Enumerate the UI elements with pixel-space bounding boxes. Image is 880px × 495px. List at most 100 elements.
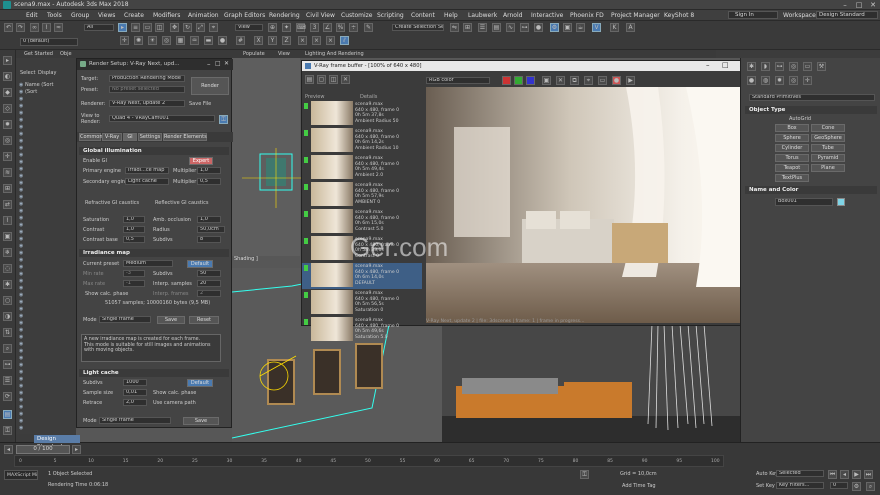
- vray-plane-icon[interactable]: ▬: [204, 36, 213, 45]
- auto-key-button[interactable]: Auto Key: [756, 471, 778, 477]
- history-item[interactable]: scena9.max 640 x 480, frame 0 0h 5m 49,6…: [302, 317, 422, 343]
- render-setup-maximize-icon[interactable]: □: [215, 60, 221, 67]
- visibility-icon[interactable]: ◉: [19, 397, 23, 403]
- list-item[interactable]: ◉: [19, 404, 75, 411]
- hidden-filter-icon[interactable]: ◌: [3, 264, 12, 273]
- visibility-icon[interactable]: ◉: [19, 383, 23, 389]
- arnold-icon[interactable]: A: [626, 23, 635, 32]
- goto-end-icon[interactable]: ⏭: [864, 470, 873, 479]
- vray-fur-icon[interactable]: ♒: [190, 36, 199, 45]
- list-item[interactable]: ◉: [19, 250, 75, 257]
- vray-light-icon[interactable]: ✺: [134, 36, 143, 45]
- list-item[interactable]: ◉: [19, 348, 75, 355]
- list-item[interactable]: ◉: [19, 103, 75, 110]
- fb-ipr-icon[interactable]: ▶: [626, 76, 635, 85]
- tab-common[interactable]: Common: [79, 133, 103, 141]
- list-item[interactable]: ◉: [19, 285, 75, 292]
- tab-render-elements[interactable]: Render Elements: [163, 133, 207, 141]
- visibility-icon[interactable]: ◉: [19, 348, 23, 354]
- visibility-icon[interactable]: ◉: [19, 306, 23, 312]
- menu-group[interactable]: Group: [71, 12, 89, 19]
- amb-occlusion-field[interactable]: 1,0: [197, 216, 221, 223]
- visibility-icon[interactable]: ◉: [19, 404, 23, 410]
- object-color-swatch[interactable]: [837, 198, 845, 206]
- material-editor-icon[interactable]: ●: [534, 23, 543, 32]
- xrefs-filter-icon[interactable]: ⇄: [3, 200, 12, 209]
- select-by-name-icon[interactable]: ≡: [131, 23, 140, 32]
- sample-size-field[interactable]: 0,01: [123, 389, 147, 396]
- list-item[interactable]: ◉: [19, 299, 75, 306]
- visibility-icon[interactable]: ◉: [19, 166, 23, 172]
- list-item[interactable]: ◉: [19, 180, 75, 187]
- tab-view[interactable]: View: [278, 51, 290, 57]
- use-camera-path-checkbox[interactable]: Use camera path: [153, 400, 196, 406]
- key-filters-button[interactable]: Key Filters...: [776, 482, 824, 489]
- list-item[interactable]: ◉: [19, 278, 75, 285]
- secondary-multiplier-field[interactable]: 0,5: [197, 178, 221, 185]
- tab-get-started[interactable]: Get Started: [24, 51, 53, 57]
- contrast-base-field[interactable]: 0,5: [123, 236, 145, 243]
- visibility-icon[interactable]: ◉: [19, 390, 23, 396]
- visibility-icon[interactable]: ◉: [19, 257, 23, 263]
- shapes-category-icon[interactable]: ◍: [761, 76, 770, 85]
- green-channel-icon[interactable]: [514, 76, 523, 85]
- fb-track-icon[interactable]: ⌖: [584, 76, 593, 85]
- torus-button[interactable]: Torus: [775, 154, 809, 162]
- geometry-category-icon[interactable]: ●: [747, 76, 756, 85]
- list-item[interactable]: ◉: [19, 292, 75, 299]
- layer-explorer-icon[interactable]: ☰: [3, 376, 12, 385]
- visibility-icon[interactable]: ◉: [19, 355, 23, 361]
- visibility-icon[interactable]: ◉: [19, 376, 23, 382]
- timeline-next-icon[interactable]: ▸: [72, 445, 81, 454]
- render-setup-minimize-icon[interactable]: –: [207, 60, 211, 68]
- display-tool-icon[interactable]: ◐: [3, 72, 12, 81]
- render-production-icon[interactable]: ☕: [576, 23, 585, 32]
- named-selection-dropdown[interactable]: Create Selection Se: [392, 24, 444, 31]
- name-color-rollout[interactable]: Name and Color: [745, 186, 877, 194]
- list-item[interactable]: ◉: [19, 334, 75, 341]
- visibility-icon[interactable]: ◉: [19, 411, 23, 417]
- reference-coord-dropdown[interactable]: View: [235, 24, 263, 31]
- place-icon[interactable]: ⌖: [209, 23, 218, 32]
- visibility-icon[interactable]: ◉: [19, 334, 23, 340]
- visibility-icon[interactable]: ◉: [19, 173, 23, 179]
- history-item[interactable]: scena9.max 640 x 480, frame 0 0h 6m 14,2…: [302, 128, 422, 154]
- tab-object[interactable]: Obje: [60, 51, 72, 57]
- shapes-filter-icon[interactable]: ◇: [3, 104, 12, 113]
- list-item[interactable]: ◉: [19, 383, 75, 390]
- maxscript-listener[interactable]: MAXScript Mi: [4, 470, 38, 480]
- rendered-frame-icon[interactable]: ▣: [563, 23, 572, 32]
- visibility-icon[interactable]: ◉: [19, 159, 23, 165]
- list-item[interactable]: ◉: [19, 124, 75, 131]
- menu-phoenix-fd[interactable]: Phoenix FD: [570, 12, 604, 19]
- save-file-checkbox[interactable]: Save File: [189, 101, 211, 107]
- list-item[interactable]: ◉: [19, 341, 75, 348]
- schematic-view-icon[interactable]: ⊶: [520, 23, 529, 32]
- select-manipulate-icon[interactable]: ✦: [282, 23, 291, 32]
- visibility-icon[interactable]: ◉: [19, 243, 23, 249]
- cameras-category-icon[interactable]: ◎: [789, 76, 798, 85]
- visibility-icon[interactable]: ◉: [19, 152, 23, 158]
- menu-help[interactable]: Help: [444, 12, 458, 19]
- tab-vray[interactable]: V-Ray: [102, 133, 122, 141]
- create-tab-icon[interactable]: ✱: [747, 62, 756, 71]
- interp-samples-field[interactable]: 20: [197, 280, 221, 287]
- object-name-field[interactable]: Box001: [775, 198, 833, 206]
- plane-button[interactable]: Plane: [811, 164, 845, 172]
- maximize-icon[interactable]: □: [852, 0, 866, 10]
- hierarchy-icon[interactable]: ⊶: [3, 360, 12, 369]
- vray-sphere-icon[interactable]: ●: [218, 36, 227, 45]
- visibility-icon[interactable]: ◉: [19, 229, 23, 235]
- rotate-icon[interactable]: ↻: [183, 23, 192, 32]
- axis-constraint-xy-icon[interactable]: ⫽: [340, 36, 349, 45]
- list-item[interactable]: ◉: [19, 362, 75, 369]
- frame-buffer-titlebar[interactable]: V-Ray frame buffer - [100% of 640 x 480]…: [302, 61, 754, 71]
- visibility-icon[interactable]: ◉: [19, 96, 23, 102]
- axis-zx-icon[interactable]: ⨯: [326, 36, 335, 45]
- zoom-extents-icon[interactable]: ⌕: [866, 482, 875, 491]
- list-item[interactable]: ◉ Name (Sort: [19, 82, 75, 89]
- fb-render-icon[interactable]: ●: [612, 76, 621, 85]
- list-item[interactable]: ◉: [19, 313, 75, 320]
- menu-arnold[interactable]: Arnold: [503, 12, 522, 19]
- pivot-icon[interactable]: ⊕: [268, 23, 277, 32]
